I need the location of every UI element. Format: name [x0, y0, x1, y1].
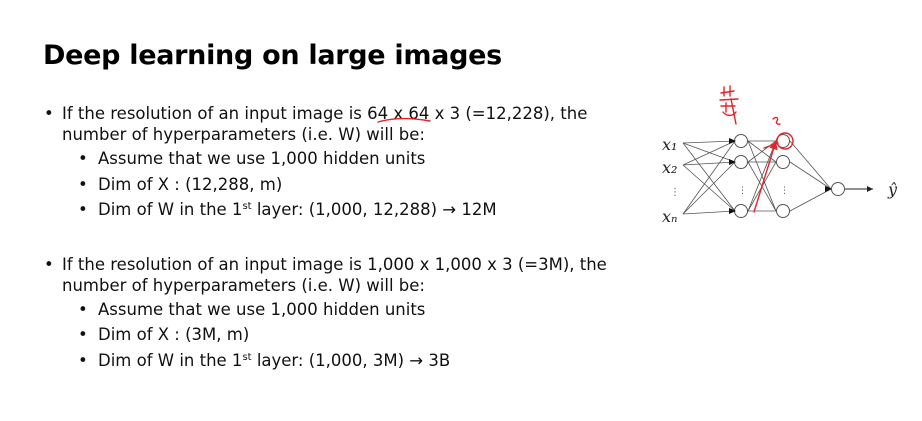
hidden-node	[734, 204, 748, 218]
hidden-node	[776, 204, 790, 218]
red-annotation	[377, 85, 794, 213]
hidden-node	[776, 155, 790, 169]
hidden-ellipsis: ⋮	[738, 186, 747, 196]
input-label-x1: x₁	[662, 135, 677, 154]
hidden-ellipsis: ⋮	[780, 186, 789, 196]
input-ellipsis: ⋮	[670, 187, 680, 198]
hidden-edges	[747, 140, 777, 212]
hidden-node	[734, 155, 748, 169]
output-node	[831, 182, 845, 196]
output-label-yhat: ŷ	[887, 180, 898, 199]
output-edges	[789, 140, 832, 212]
input-label-xn: xₙ	[662, 207, 678, 226]
input-edges	[682, 140, 736, 215]
hidden-node	[734, 134, 748, 148]
input-label-x2: x₂	[662, 158, 677, 177]
arrowheads	[729, 138, 832, 214]
neural-network-diagram: x₁ x₂ ⋮ xₙ ⋮ ⋮ ŷ	[377, 85, 898, 226]
